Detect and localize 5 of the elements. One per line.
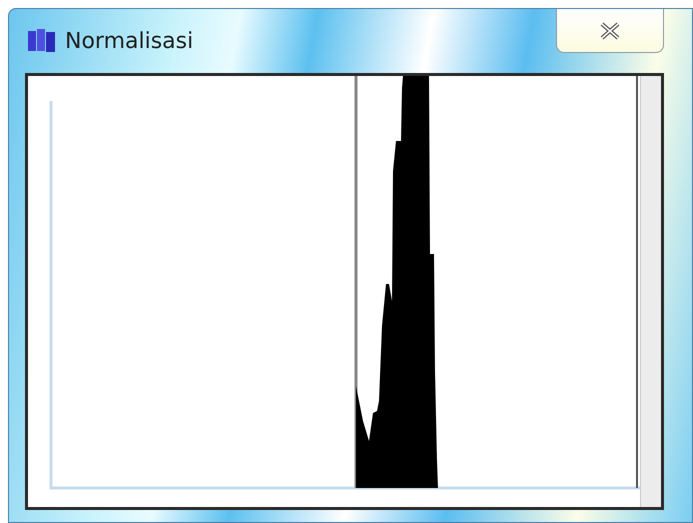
window-title: Normalisasi <box>65 28 194 56</box>
app-icon <box>27 28 57 54</box>
close-button[interactable] <box>556 9 664 53</box>
scrollbar[interactable] <box>640 76 661 507</box>
close-icon <box>599 20 621 40</box>
